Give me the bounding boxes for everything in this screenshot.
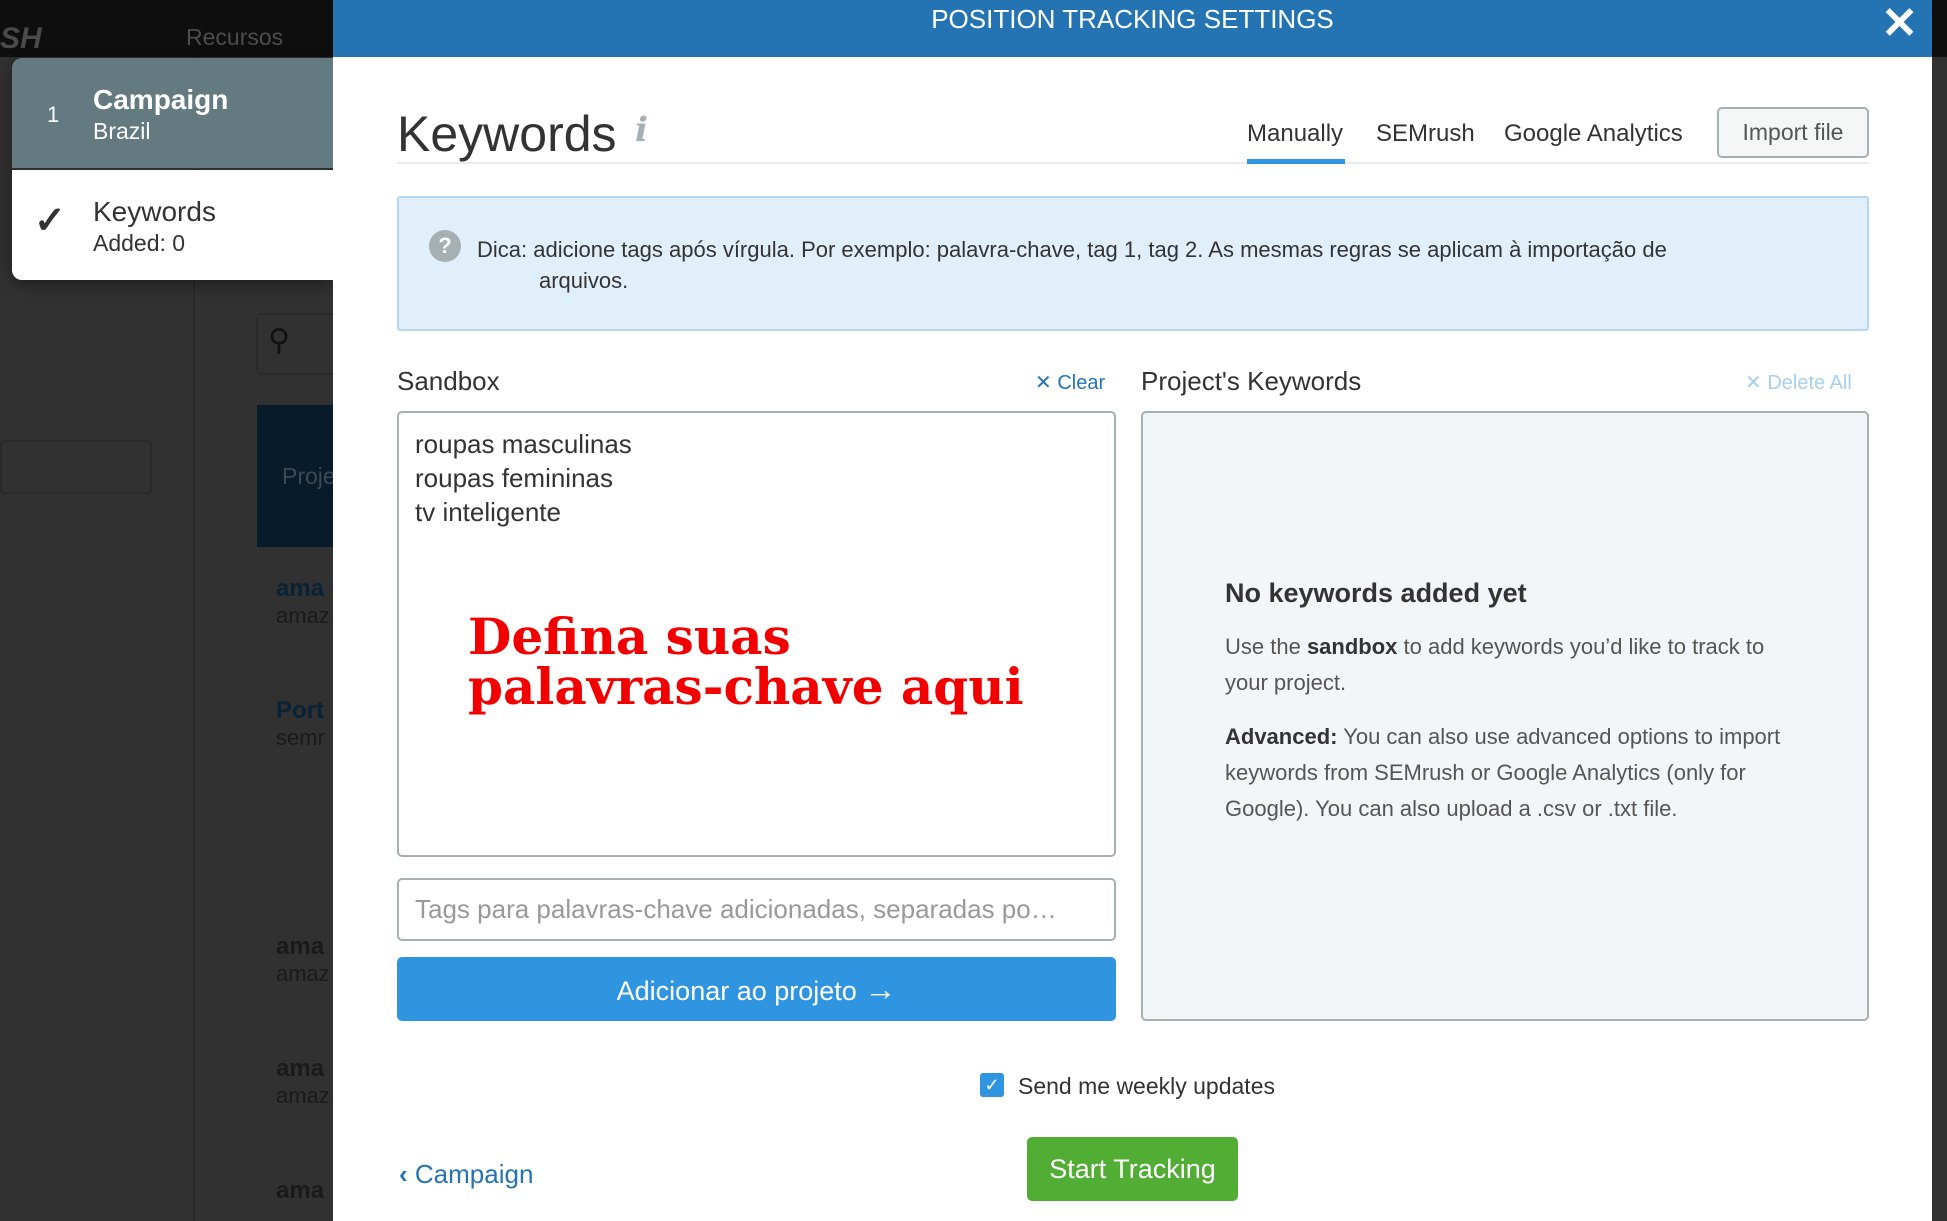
tab-google-analytics[interactable]: Google Analytics bbox=[1504, 120, 1683, 148]
empty-heading: No keywords added yet bbox=[1225, 578, 1527, 608]
project-keywords-panel: No keywords added yet Use the sandbox to… bbox=[1141, 411, 1869, 1021]
project-keywords-label: Project's Keywords bbox=[1141, 366, 1362, 396]
step-title: Keywords bbox=[93, 196, 216, 227]
active-tab-indicator bbox=[1247, 159, 1345, 164]
tip-text: Dica: adicione tags após vírgula. Por ex… bbox=[477, 237, 1667, 262]
empty-advanced-text: Advanced: You can also use advanced opti… bbox=[1225, 724, 1781, 821]
weekly-updates-checkbox[interactable]: ✓ bbox=[980, 1073, 1004, 1097]
settings-modal: POSITION TRACKING SETTINGS ✕ Keywords i … bbox=[333, 0, 1932, 1221]
bg-table-header: Proje bbox=[257, 405, 337, 547]
wizard-steps: 1 Campaign Brazil ✓ Keywords Added: 0 bbox=[12, 58, 333, 280]
close-icon: ✕ bbox=[1745, 372, 1762, 394]
bg-row: Port semr bbox=[276, 697, 325, 750]
step-title: Campaign bbox=[93, 84, 229, 115]
info-icon[interactable]: i bbox=[635, 110, 648, 150]
back-campaign-link[interactable]: ‹ Campaign bbox=[399, 1159, 533, 1190]
check-icon: ✓ bbox=[34, 200, 66, 242]
bg-row: ama amaz bbox=[276, 1055, 330, 1108]
import-file-button[interactable]: Import file bbox=[1717, 107, 1869, 158]
annotation-text: Defina suas palavras-chave aqui bbox=[468, 607, 1024, 716]
tabs-divider bbox=[397, 162, 1869, 164]
close-icon: ✕ bbox=[1035, 372, 1052, 394]
add-to-project-button[interactable]: Adicionar ao projeto → bbox=[397, 957, 1116, 1021]
page-title: Keywords bbox=[397, 106, 617, 162]
logo: SH bbox=[0, 22, 42, 55]
sandbox-label: Sandbox bbox=[397, 366, 500, 396]
bg-row: ama amaz bbox=[276, 575, 330, 628]
tip-text-cont: arquivos. bbox=[539, 268, 629, 293]
weekly-updates-label[interactable]: Send me weekly updates bbox=[1018, 1073, 1275, 1100]
clear-button[interactable]: ✕ Clear bbox=[1035, 370, 1105, 395]
tags-input[interactable] bbox=[397, 878, 1116, 941]
delete-all-button[interactable]: ✕ Delete All bbox=[1745, 370, 1852, 395]
bg-input bbox=[0, 440, 152, 494]
step-number: 1 bbox=[47, 102, 60, 127]
modal-title: POSITION TRACKING SETTINGS bbox=[931, 4, 1334, 34]
step-campaign[interactable]: 1 Campaign Brazil bbox=[12, 58, 333, 168]
start-tracking-button[interactable]: Start Tracking bbox=[1027, 1137, 1238, 1201]
tab-manually[interactable]: Manually bbox=[1247, 120, 1343, 148]
close-icon[interactable]: ✕ bbox=[1881, 0, 1918, 49]
step-subtitle: Added: 0 bbox=[93, 230, 186, 256]
step-keywords[interactable]: ✓ Keywords Added: 0 bbox=[12, 170, 333, 280]
empty-text: Use the sandbox to add keywords you’d li… bbox=[1225, 634, 1765, 695]
tab-semrush[interactable]: SEMrush bbox=[1376, 120, 1475, 148]
bg-row: ama bbox=[276, 1177, 325, 1204]
modal-header: POSITION TRACKING SETTINGS ✕ bbox=[333, 0, 1932, 57]
search-icon: ⚲ bbox=[268, 324, 290, 357]
step-subtitle: Brazil bbox=[93, 118, 151, 144]
nav-recursos[interactable]: Recursos bbox=[186, 24, 283, 51]
tip-box: ? Dica: adicione tags após vírgula. Por … bbox=[397, 196, 1869, 331]
arrow-right-icon: → bbox=[864, 971, 897, 1007]
bg-row: ama amaz bbox=[276, 933, 330, 986]
question-icon: ? bbox=[429, 230, 461, 262]
chevron-left-icon: ‹ bbox=[399, 1159, 408, 1189]
